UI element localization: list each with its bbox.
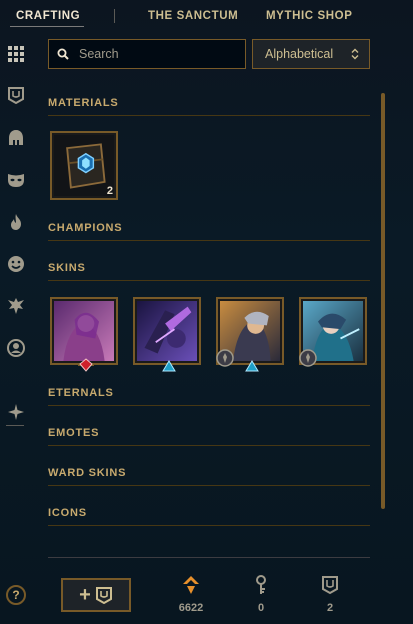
scrollbar-thumb[interactable] [381,93,385,509]
skin-tile-2[interactable] [133,297,201,372]
search-icon [57,48,69,60]
section-icons: ICONS [48,507,370,526]
section-title-icons[interactable]: ICONS [48,507,370,526]
tab-mythic-shop[interactable]: MYTHIC SHOP [266,10,352,22]
top-nav: CRAFTING THE SANCTUM MYTHIC SHOP [0,0,413,34]
section-title-champions[interactable]: CHAMPIONS [48,222,370,241]
chest-icon [322,576,338,595]
section-title-materials[interactable]: MATERIALS [48,97,370,116]
skin-tile-3[interactable] [216,297,284,372]
section-emotes: EMOTES [48,427,370,446]
skin-art-2 [137,301,197,361]
emblem-icon [299,349,317,367]
tab-the-sanctum[interactable]: THE SANCTUM [148,10,238,22]
add-chest-button[interactable]: + [61,578,131,612]
eternals-icon[interactable] [6,402,26,422]
orange-essence-currency: 6622 [171,575,211,614]
section-title-skins[interactable]: SKINS [48,262,370,281]
key-currency: 0 [241,575,281,614]
section-champions: CHAMPIONS [48,222,370,241]
section-title-ward-skins[interactable]: WARD SKINS [48,467,370,486]
chest-icon [95,587,112,604]
material-hextech-chest[interactable]: 2 [50,131,118,200]
section-materials: MATERIALS [48,97,370,116]
grid-icon[interactable] [6,44,26,64]
flame-icon[interactable] [6,212,26,232]
orange-essence-value: 6622 [178,602,204,614]
emblem-icon [216,349,234,367]
section-title-eternals[interactable]: ETERNALS [48,387,370,406]
search-input[interactable] [77,46,241,62]
active-tab-underline [10,26,84,27]
section-ward-skins: WARD SKINS [48,467,370,486]
profile-icon[interactable] [6,338,26,358]
footer-divider [48,557,370,558]
mask-icon[interactable] [6,170,26,190]
ruby-gem-icon [78,358,94,372]
help-button[interactable]: ? [6,585,26,605]
section-skins: SKINS [48,262,370,281]
search-box[interactable] [48,39,246,69]
material-count: 2 [106,185,113,197]
skin-art-1 [54,301,114,361]
blue-triangle-icon [245,360,259,372]
ward-icon[interactable] [6,296,26,316]
tab-crafting[interactable]: CRAFTING [16,10,80,22]
plus-icon: + [79,584,91,606]
skin-tile-1[interactable] [50,297,118,372]
section-eternals: ETERNALS [48,387,370,406]
sidebar-divider [6,425,24,426]
key-value: 0 [257,602,265,614]
chest-currency: 2 [310,575,350,614]
orange-essence-icon [183,576,199,594]
chevron-up-down-icon [351,48,359,60]
helmet-icon[interactable] [6,128,26,148]
chest-icon[interactable] [6,85,26,105]
skin-tile-4[interactable] [299,297,367,367]
emote-face-icon[interactable] [6,254,26,274]
hextech-chest-art [54,135,114,196]
chest-value: 2 [326,602,334,614]
section-title-emotes[interactable]: EMOTES [48,427,370,446]
sort-selected-label: Alphabetical [265,47,334,61]
filter-sidebar [0,40,32,624]
key-icon [256,575,266,594]
nav-divider [114,9,115,23]
blue-triangle-icon [162,360,176,372]
sort-dropdown[interactable]: Alphabetical [252,39,370,69]
